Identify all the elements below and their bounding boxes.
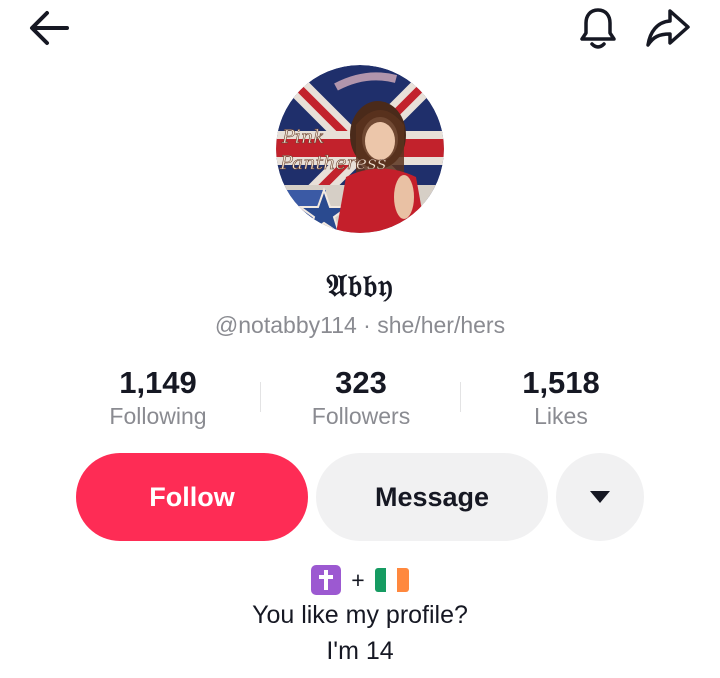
followers-label: Followers: [311, 403, 411, 429]
ireland-flag-emoji: [374, 568, 409, 592]
message-button[interactable]: Message: [316, 453, 548, 541]
profile-stats: 1,149 Following 323 Followers 1,518 Like…: [0, 366, 720, 436]
followers-count: 323: [335, 365, 387, 400]
arrow-left-icon: [30, 11, 69, 45]
cross-icon: [319, 570, 334, 590]
stat-following[interactable]: 1,149 Following: [58, 366, 258, 430]
latin-cross-emoji: [311, 565, 342, 595]
display-name: 𝔄𝔟𝔟𝔶: [326, 268, 394, 304]
bio-emoji-row: +: [0, 565, 720, 595]
stat-divider: [460, 382, 461, 412]
back-button[interactable]: [22, 6, 74, 50]
share-arrow-icon: [646, 9, 690, 47]
stat-followers[interactable]: 323 Followers: [261, 366, 461, 430]
following-count: 1,149: [119, 365, 197, 400]
more-options-button[interactable]: [556, 453, 644, 541]
caret-down-icon: [590, 491, 610, 503]
following-label: Following: [109, 403, 207, 429]
share-button[interactable]: [640, 4, 696, 52]
stat-divider: [260, 382, 261, 412]
bio-line-2: I'm 14: [326, 637, 394, 665]
avatar-text-pantheress: Pantheress: [279, 152, 387, 174]
stat-likes[interactable]: 1,518 Likes: [461, 366, 661, 430]
likes-label: Likes: [534, 403, 588, 429]
profile-avatar[interactable]: Pink Pantheress: [276, 65, 444, 233]
notification-bell-button[interactable]: [572, 4, 624, 52]
avatar-text-pink: Pink: [281, 126, 325, 148]
bell-icon: [580, 8, 616, 49]
follow-button[interactable]: Follow: [76, 453, 308, 541]
username-pronouns: @notabby114 · she/her/hers: [214, 312, 506, 338]
bio-plus: +: [351, 566, 365, 593]
likes-count: 1,518: [522, 365, 600, 400]
bio-line-1: You like my profile?: [252, 601, 468, 629]
